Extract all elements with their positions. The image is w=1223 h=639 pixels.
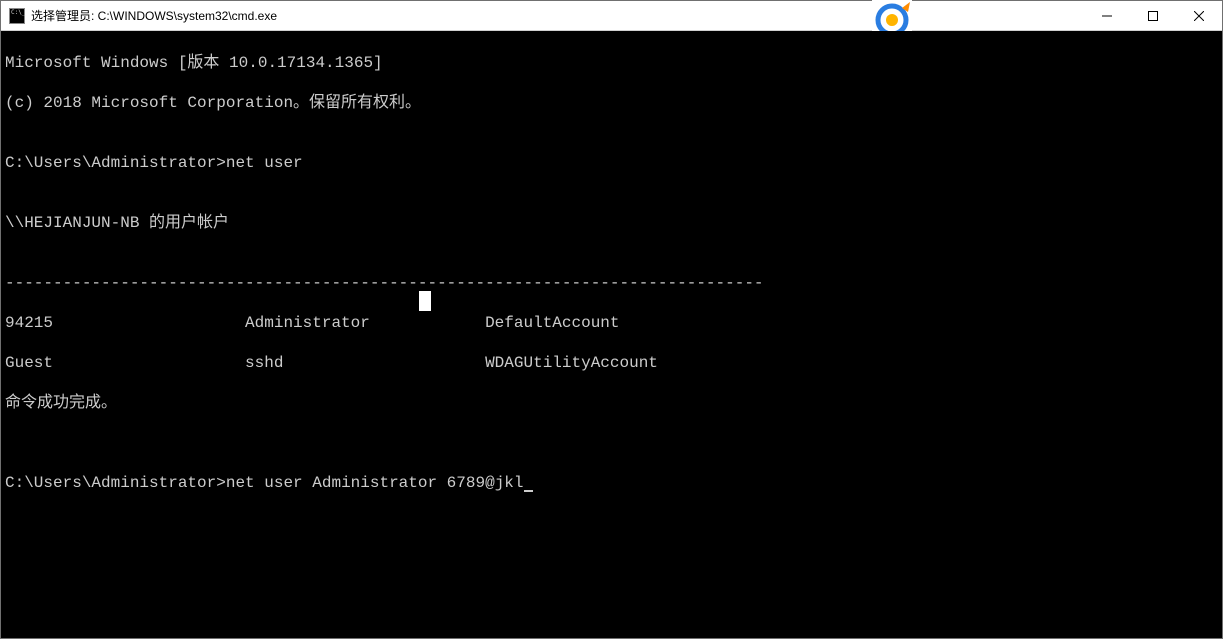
maximize-button[interactable]: [1130, 1, 1176, 30]
console-status: 命令成功完成。: [5, 393, 1218, 413]
console-prompt: C:\Users\Administrator>net user: [5, 153, 1218, 173]
console-line: Microsoft Windows [版本 10.0.17134.1365]: [5, 53, 1218, 73]
console-row: 94215 Administrator DefaultAccount: [5, 313, 1218, 333]
text-cursor-icon: [524, 476, 533, 492]
cmd-window: 选择管理员: C:\WINDOWS\system32\cmd.exe Micro…: [0, 0, 1223, 639]
console-area[interactable]: Microsoft Windows [版本 10.0.17134.1365] (…: [1, 31, 1222, 638]
minimize-button[interactable]: [1084, 1, 1130, 30]
console-line: (c) 2018 Microsoft Corporation。保留所有权利。: [5, 93, 1218, 113]
console-prompt: C:\Users\Administrator>net user Administ…: [5, 473, 1218, 493]
titlebar[interactable]: 选择管理员: C:\WINDOWS\system32\cmd.exe: [1, 1, 1222, 31]
close-button[interactable]: [1176, 1, 1222, 30]
selection-cursor-icon: [419, 291, 431, 311]
cmd-icon: [9, 8, 25, 24]
console-line: \\HEJIANJUN-NB 的用户帐户: [5, 213, 1218, 233]
window-title: 选择管理员: C:\WINDOWS\system32\cmd.exe: [31, 7, 1084, 24]
window-controls: [1084, 1, 1222, 30]
typed-command: net user Administrator 6789@jkl: [226, 474, 524, 492]
prompt-path: C:\Users\Administrator>: [5, 474, 226, 492]
console-row: Guest sshd WDAGUtilityAccount: [5, 353, 1218, 373]
console-divider: ----------------------------------------…: [5, 273, 1218, 293]
